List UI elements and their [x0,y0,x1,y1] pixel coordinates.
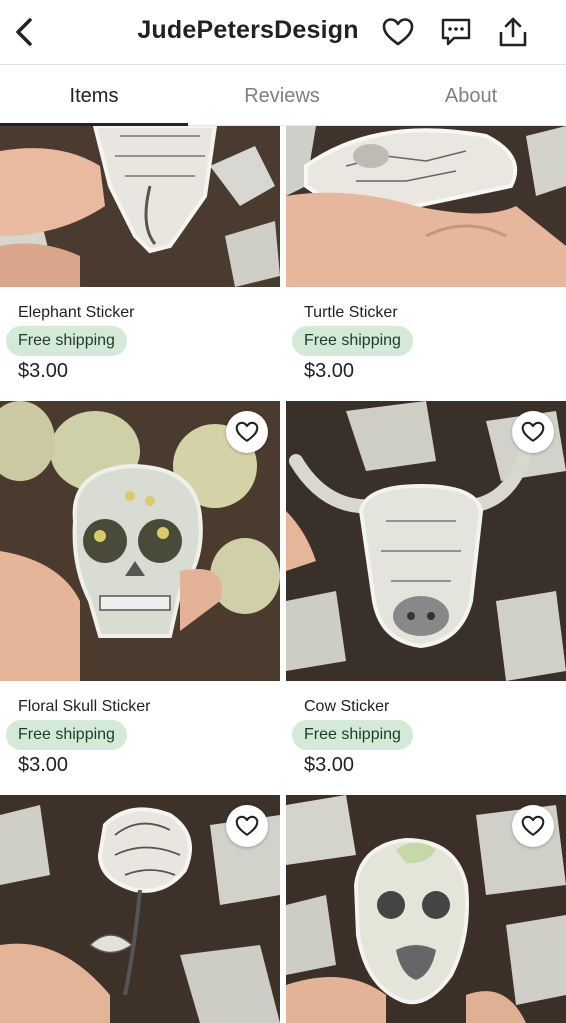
tab-reviews[interactable]: Reviews [188,65,376,127]
free-shipping-badge: Free shipping [292,326,413,356]
message-shop-button[interactable] [436,12,476,52]
heart-icon [235,815,259,836]
listing-card[interactable] [286,795,566,1023]
share-icon [499,17,527,47]
listing-card[interactable]: Floral Skull Sticker Free shipping $3.00 [0,401,280,791]
free-shipping-badge: Free shipping [6,720,127,750]
heart-icon [235,421,259,442]
heart-icon [521,421,545,442]
listing-card[interactable]: Elephant Sticker Free shipping $3.00 [0,126,280,396]
free-shipping-badge: Free shipping [6,326,127,356]
listing-card[interactable]: Cow Sticker Free shipping $3.00 [286,401,566,791]
heart-icon [521,815,545,836]
favorite-shop-button[interactable] [378,12,418,52]
listing-image[interactable] [0,401,280,681]
listing-title[interactable]: Cow Sticker [304,698,389,716]
listing-title[interactable]: Floral Skull Sticker [18,698,150,716]
listing-image[interactable] [286,795,566,1023]
listing-card[interactable]: Turtle Sticker Free shipping $3.00 [286,126,566,396]
shop-title: JudePetersDesign [137,16,359,44]
listing-image[interactable] [286,126,566,287]
listing-image[interactable] [0,126,280,287]
back-button[interactable] [6,12,42,52]
share-button[interactable] [493,12,533,52]
message-icon [441,18,471,46]
heart-icon [382,18,414,46]
listing-price: $3.00 [304,754,355,776]
listing-price: $3.00 [18,754,69,776]
listing-price: $3.00 [304,360,355,382]
favorite-button[interactable] [512,411,554,453]
shop-header: JudePetersDesign [0,0,566,64]
listing-title[interactable]: Elephant Sticker [18,304,135,322]
favorite-button[interactable] [226,805,268,847]
listing-image[interactable] [0,795,280,1023]
shop-tabs: Items Reviews About [0,64,566,126]
tab-items[interactable]: Items [0,65,188,127]
free-shipping-badge: Free shipping [292,720,413,750]
listing-title[interactable]: Turtle Sticker [304,304,398,322]
favorite-button[interactable] [226,411,268,453]
listing-image[interactable] [286,401,566,681]
back-arrow-icon [16,18,32,46]
favorite-button[interactable] [512,805,554,847]
listing-price: $3.00 [18,360,69,382]
tab-about[interactable]: About [377,65,565,127]
listing-card[interactable] [0,795,280,1023]
